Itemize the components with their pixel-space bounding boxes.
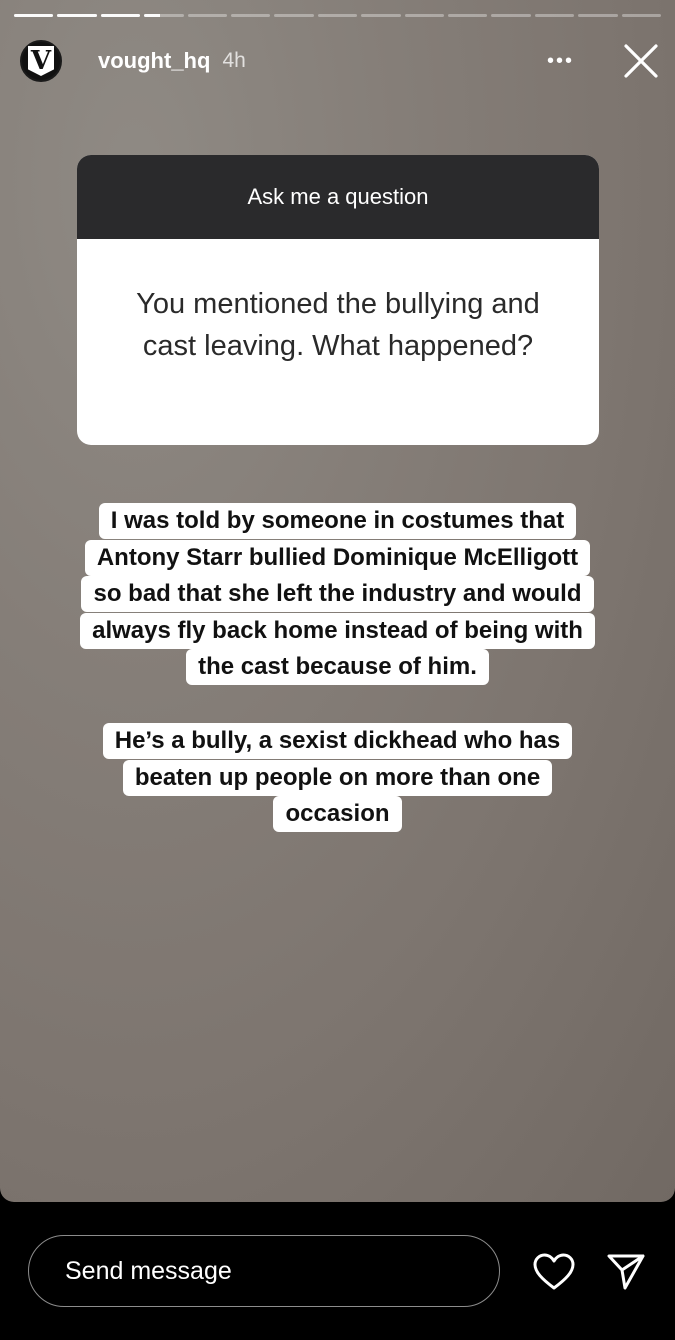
question-sticker-title: Ask me a question [77, 155, 599, 239]
story-header: V vought_hq 4h ••• [20, 38, 660, 84]
progress-segment [274, 14, 314, 17]
heart-icon[interactable] [532, 1252, 576, 1292]
story-progress-bar [14, 14, 662, 17]
answer-line: He’s a bully, a sexist dickhead who has [102, 723, 573, 759]
answer-row: I was told by someone in costumes that [20, 503, 655, 540]
answer-text-block-2: He’s a bully, a sexist dickhead who has b… [20, 723, 655, 833]
answer-row: always fly back home instead of being wi… [20, 612, 655, 650]
story-frame[interactable]: V vought_hq 4h ••• Ask me a question You… [0, 0, 675, 1202]
answer-line: beaten up people on more than one [122, 759, 553, 796]
progress-segment [14, 14, 54, 17]
vought-logo-icon: V [28, 46, 54, 76]
progress-fill [144, 14, 160, 17]
post-time: 4h [222, 49, 246, 72]
answer-line: the cast because of him. [186, 649, 489, 685]
avatar[interactable]: V [20, 40, 62, 82]
answer-line: Antony Starr bullied Dominique McElligot… [84, 539, 591, 576]
more-horizontal-icon[interactable]: ••• [547, 50, 574, 73]
progress-segment [578, 14, 618, 17]
send-message-input[interactable]: Send message [28, 1235, 500, 1307]
question-text: You mentioned the bullying and cast leav… [136, 288, 540, 362]
answer-line: I was told by someone in costumes that [98, 503, 577, 539]
progress-segment [144, 14, 184, 17]
send-icon[interactable] [605, 1250, 647, 1292]
progress-segment [404, 14, 445, 17]
answer-row: so bad that she left the industry and wo… [20, 576, 655, 613]
username[interactable]: vought_hq [98, 48, 210, 74]
answer-row: Antony Starr bullied Dominique McElligot… [20, 539, 655, 577]
bottom-bar: Send message [0, 1202, 675, 1340]
progress-fill [100, 14, 141, 17]
answer-line: always fly back home instead of being wi… [80, 612, 595, 649]
progress-segment [231, 14, 271, 17]
answer-text-block-1: I was told by someone in costumes that An… [20, 503, 655, 686]
progress-segment [534, 14, 575, 17]
answer-line: so bad that she left the industry and wo… [81, 576, 594, 612]
answer-row: He’s a bully, a sexist dickhead who has [20, 723, 655, 760]
progress-segment [361, 14, 401, 17]
question-sticker[interactable]: Ask me a question You mentioned the bull… [77, 155, 599, 445]
progress-segment [187, 14, 228, 17]
progress-segment [57, 14, 97, 17]
answer-row: beaten up people on more than one [20, 759, 655, 797]
progress-segment [317, 14, 358, 17]
progress-segment [100, 14, 141, 17]
progress-segment [491, 14, 531, 17]
answer-line: occasion [273, 796, 402, 832]
answer-row: occasion [20, 796, 655, 833]
progress-segment [448, 14, 488, 17]
progress-fill [57, 14, 97, 17]
answer-row: the cast because of him. [20, 649, 655, 686]
progress-segment [621, 14, 662, 17]
progress-fill [14, 14, 54, 17]
close-icon[interactable] [622, 42, 660, 80]
